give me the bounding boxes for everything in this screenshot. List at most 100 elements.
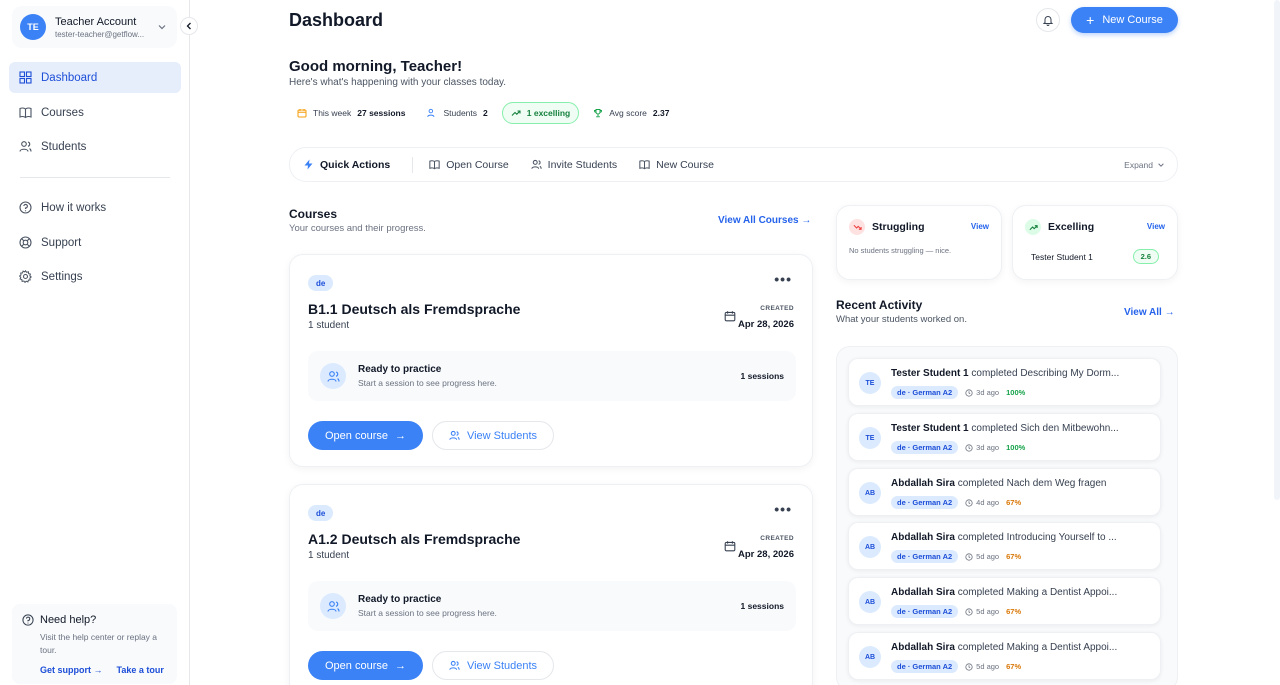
session-count: 1 sessions: [740, 371, 784, 381]
chevron-down-icon: [1157, 161, 1165, 169]
activity-meta: de · German A2 3d ago 100%: [891, 386, 1025, 399]
gear-icon: [19, 270, 32, 283]
activity-time: 5d ago: [976, 662, 1000, 671]
activity-item[interactable]: AB Abdallah Sira completed Making a Denti…: [848, 632, 1161, 680]
ready-panel: Ready to practice Start a session to see…: [308, 351, 796, 401]
sidebar-item-courses[interactable]: Courses: [9, 97, 181, 128]
new-course-button[interactable]: + New Course: [1071, 7, 1178, 33]
activity-item[interactable]: AB Abdallah Sira completed Introducing Yo…: [848, 522, 1161, 570]
activity-item[interactable]: TE Tester Student 1 completed Sich den Mi…: [848, 413, 1161, 461]
ready-subtitle: Start a session to see progress here.: [358, 608, 497, 618]
quick-new-course-button[interactable]: New Course: [639, 159, 714, 171]
created-date: Apr 28, 2026: [738, 549, 794, 560]
avatar: AB: [859, 536, 881, 558]
sidebar-item-label: Courses: [41, 106, 84, 119]
language-badge: de · German A2: [891, 386, 959, 399]
arrow-right-icon: →: [394, 659, 406, 672]
course-title[interactable]: B1.1 Deutsch als Fremdsprache: [308, 301, 520, 317]
score-percent: 67%: [1006, 607, 1022, 616]
more-options-icon[interactable]: •••: [774, 501, 792, 517]
sidebar-item-label: Students: [41, 140, 87, 153]
score-percent: 100%: [1006, 388, 1026, 397]
recent-activity-subheading: What your students worked on.: [836, 314, 967, 325]
trending-up-icon: [511, 108, 521, 118]
activity-item[interactable]: TE Tester Student 1 completed Describing …: [848, 358, 1161, 406]
courses-heading: Courses: [289, 207, 338, 221]
sidebar-item-settings[interactable]: Settings: [9, 261, 181, 292]
users-icon: [320, 593, 346, 619]
activity-meta: de · German A2 5d ago 67%: [891, 550, 1021, 563]
activity-text: Tester Student 1 completed Describing My…: [891, 368, 1120, 379]
excelling-view-link[interactable]: View: [1147, 222, 1165, 231]
sidebar-item-dashboard[interactable]: Dashboard: [9, 62, 181, 93]
book-icon: [639, 159, 650, 170]
created-label: CREATED: [760, 535, 794, 542]
open-course-button[interactable]: Open course →: [308, 651, 423, 680]
help-circle-icon: [19, 201, 32, 214]
quick-open-course-button[interactable]: Open Course: [429, 159, 509, 171]
sidebar-item-support[interactable]: Support: [9, 227, 181, 258]
stat-excelling[interactable]: 1 excelling: [501, 102, 580, 124]
expand-button[interactable]: Expand: [1124, 160, 1165, 170]
stats-row: This week 27 sessions Students 2 1 excelli…: [289, 102, 677, 124]
score-percent: 100%: [1006, 443, 1026, 452]
sidebar-item-students[interactable]: Students: [9, 131, 181, 162]
activity-item[interactable]: AB Abdallah Sira completed Making a Denti…: [848, 577, 1161, 625]
sidebar-item-how-it-works[interactable]: How it works: [9, 192, 181, 223]
courses-subheading: Your courses and their progress.: [289, 223, 426, 234]
activity-text: Abdallah Sira completed Making a Dentist…: [891, 642, 1118, 653]
created-label: CREATED: [760, 305, 794, 312]
activity-time: 5d ago: [976, 552, 1000, 561]
language-badge: de: [308, 505, 334, 521]
lightning-icon: [303, 159, 314, 170]
quick-invite-students-button[interactable]: Invite Students: [531, 159, 617, 171]
account-email: tester-teacher@getflow...: [55, 29, 145, 39]
course-card: de ••• A1.2 Deutsch als Fremdsprache 1 s…: [289, 484, 813, 685]
take-tour-link[interactable]: Take a tour: [117, 665, 164, 675]
score-badge: 2.6: [1132, 249, 1159, 264]
users-icon: [449, 660, 460, 671]
users-icon: [449, 430, 460, 441]
lifebuoy-icon: [19, 236, 32, 249]
activity-time: 4d ago: [976, 498, 1000, 507]
clock-icon: [965, 662, 973, 671]
ready-panel: Ready to practice Start a session to see…: [308, 581, 796, 631]
account-switcher[interactable]: TE Teacher Account tester-teacher@getflo…: [12, 6, 177, 48]
score-percent: 67%: [1006, 552, 1022, 561]
activity-item[interactable]: AB Abdallah Sira completed Nach dem Weg f…: [848, 468, 1161, 516]
activity-time: 5d ago: [976, 607, 1000, 616]
scrollbar[interactable]: [1274, 0, 1280, 500]
excelling-student[interactable]: Tester Student 1: [1031, 252, 1093, 262]
language-badge: de: [308, 275, 334, 291]
struggling-view-link[interactable]: View: [971, 222, 989, 231]
ready-subtitle: Start a session to see progress here.: [358, 378, 497, 388]
clock-icon: [965, 498, 973, 507]
stat-this-week: This week 27 sessions: [289, 102, 413, 124]
excelling-title: Excelling: [1048, 221, 1095, 233]
activity-text: Abdallah Sira completed Introducing Your…: [891, 532, 1117, 543]
more-options-icon[interactable]: •••: [774, 271, 792, 287]
view-students-button[interactable]: View Students: [432, 651, 554, 680]
book-icon: [429, 159, 440, 170]
greeting-title: Good morning, Teacher!: [289, 58, 463, 75]
collapse-sidebar-button[interactable]: [180, 17, 198, 35]
sidebar-item-label: Settings: [41, 270, 83, 283]
view-all-activity-link[interactable]: View All →: [1124, 307, 1175, 318]
open-course-button[interactable]: Open course →: [308, 421, 423, 450]
view-students-button[interactable]: View Students: [432, 421, 554, 450]
activity-text: Abdallah Sira completed Making a Dentist…: [891, 587, 1118, 598]
ready-title: Ready to practice: [358, 364, 442, 375]
course-title[interactable]: A1.2 Deutsch als Fremdsprache: [308, 531, 520, 547]
chevron-left-icon: [185, 22, 193, 30]
sidebar-item-label: Support: [41, 236, 82, 249]
users-icon: [427, 108, 437, 118]
sidebar-item-label: Dashboard: [41, 71, 98, 84]
get-support-link[interactable]: Get support →: [40, 665, 103, 675]
notifications-button[interactable]: [1036, 8, 1060, 32]
session-count: 1 sessions: [740, 601, 784, 611]
trending-down-icon: [849, 219, 865, 235]
recent-activity-heading: Recent Activity: [836, 298, 923, 312]
struggling-card: Struggling View No students struggling —…: [836, 205, 1002, 280]
view-all-courses-link[interactable]: View All Courses →: [718, 215, 811, 226]
language-badge: de · German A2: [891, 441, 959, 454]
